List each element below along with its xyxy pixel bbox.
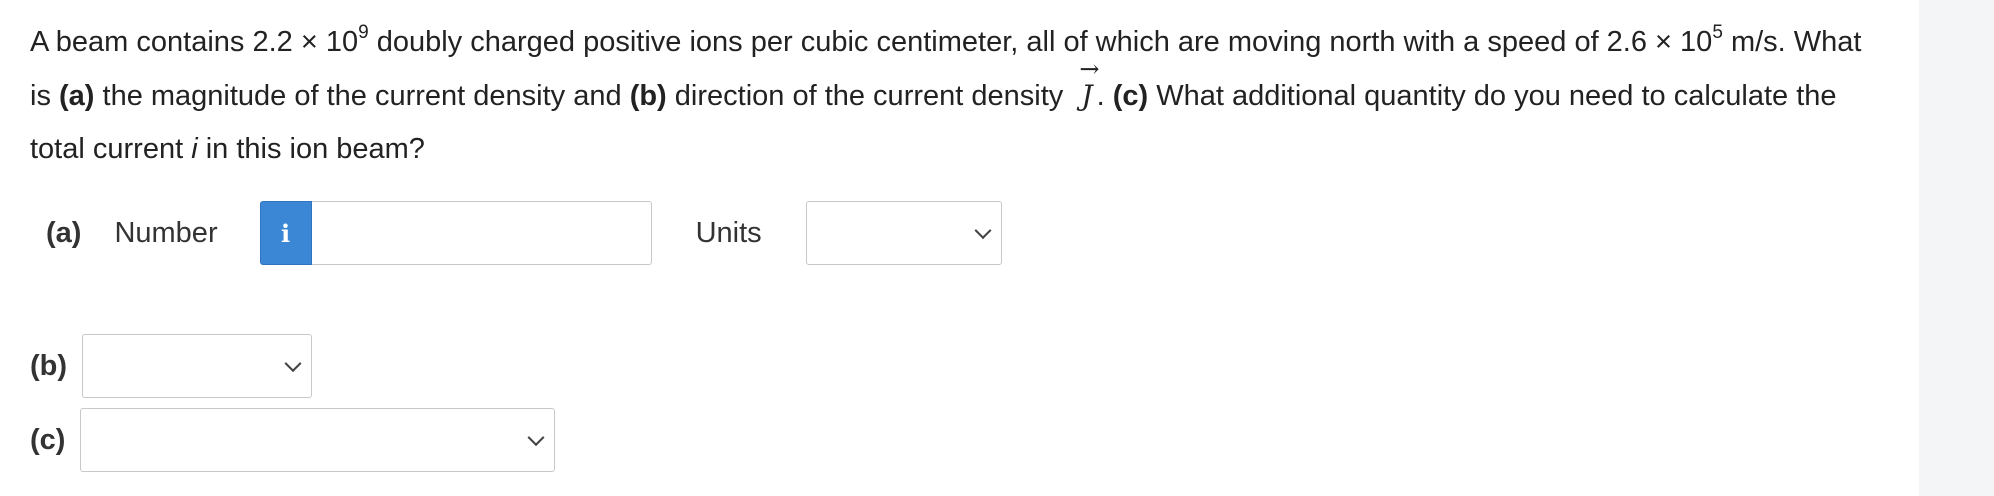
part-b-label: (b) <box>30 349 68 382</box>
part-c-label: (c) <box>30 423 66 456</box>
part-a-label: (a) <box>46 216 82 249</box>
exponent: 5 <box>1712 22 1723 44</box>
exponent: 9 <box>358 22 369 44</box>
info-icon[interactable]: i <box>259 201 312 265</box>
quantity-select[interactable] <box>80 408 556 472</box>
number-label: Number <box>114 216 218 249</box>
units-select[interactable] <box>805 201 1002 265</box>
part-b-row: (b) <box>30 333 313 399</box>
current-density-vector: → J <box>1079 55 1099 122</box>
units-label: Units <box>695 216 762 249</box>
part-a-ref: (a) <box>59 80 95 112</box>
direction-select[interactable] <box>82 334 313 398</box>
vector-arrow: → <box>1079 55 1100 83</box>
chevron-down-icon <box>527 429 545 447</box>
question-text: A beam contains 2.2 × 109 doubly charged… <box>30 22 1862 165</box>
chevron-down-icon <box>284 355 302 373</box>
chevron-down-icon <box>974 222 992 240</box>
part-a-row: (a) Number i Units <box>46 200 1002 266</box>
number-input[interactable] <box>311 201 652 265</box>
right-gutter <box>1919 0 1994 496</box>
part-c-row: (c) <box>30 407 556 473</box>
part-b-ref: (b) <box>629 80 667 112</box>
part-c-ref: (c) <box>1112 80 1149 112</box>
